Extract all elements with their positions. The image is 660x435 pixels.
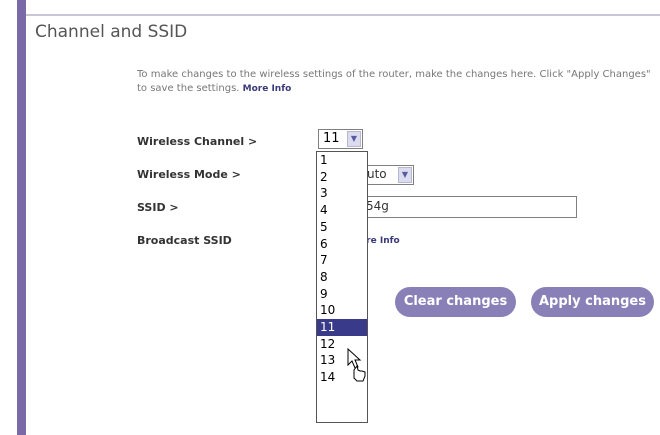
apply-changes-button[interactable]: Apply changes — [531, 287, 654, 317]
chevron-down-icon[interactable]: ▼ — [347, 131, 361, 147]
intro-text-block: To make changes to the wireless settings… — [137, 68, 657, 96]
channel-dropdown-list[interactable]: 1 2 3 4 5 6 7 8 9 10 11 12 13 14 — [316, 151, 368, 423]
channel-option[interactable]: 10 — [317, 302, 367, 319]
channel-select-value: 11 — [323, 131, 340, 146]
intro-text: To make changes to the wireless settings… — [137, 69, 651, 94]
channel-option[interactable]: 5 — [317, 219, 367, 236]
channel-option[interactable]: 7 — [317, 252, 367, 269]
broadcast-ssid-label: Broadcast SSID — [137, 234, 232, 247]
wireless-channel-label: Wireless Channel > — [137, 135, 258, 148]
section-title: Channel and SSID — [35, 22, 188, 42]
chevron-down-icon[interactable]: ▼ — [398, 167, 412, 183]
channel-option[interactable]: 4 — [317, 202, 367, 219]
channel-option[interactable]: 3 — [317, 185, 367, 202]
left-accent-bar — [17, 0, 26, 435]
channel-option[interactable]: 1 — [317, 152, 367, 169]
more-info-link[interactable]: More Info — [243, 84, 292, 94]
wireless-channel-select[interactable]: 11 ▼ — [318, 129, 363, 149]
channel-option[interactable]: 2 — [317, 169, 367, 186]
channel-option[interactable]: 11 — [317, 319, 367, 336]
top-divider — [26, 14, 660, 16]
mode-select-value: uto — [367, 167, 387, 181]
hand-pointer-cursor-icon — [347, 348, 366, 382]
wireless-mode-label: Wireless Mode > — [137, 168, 241, 181]
channel-option[interactable]: 6 — [317, 236, 367, 253]
channel-option[interactable]: 8 — [317, 269, 367, 286]
clear-changes-button[interactable]: Clear changes — [395, 287, 516, 317]
ssid-input[interactable]: 54g — [350, 196, 577, 218]
channel-option[interactable]: 9 — [317, 286, 367, 303]
ssid-label: SSID > — [137, 201, 179, 214]
